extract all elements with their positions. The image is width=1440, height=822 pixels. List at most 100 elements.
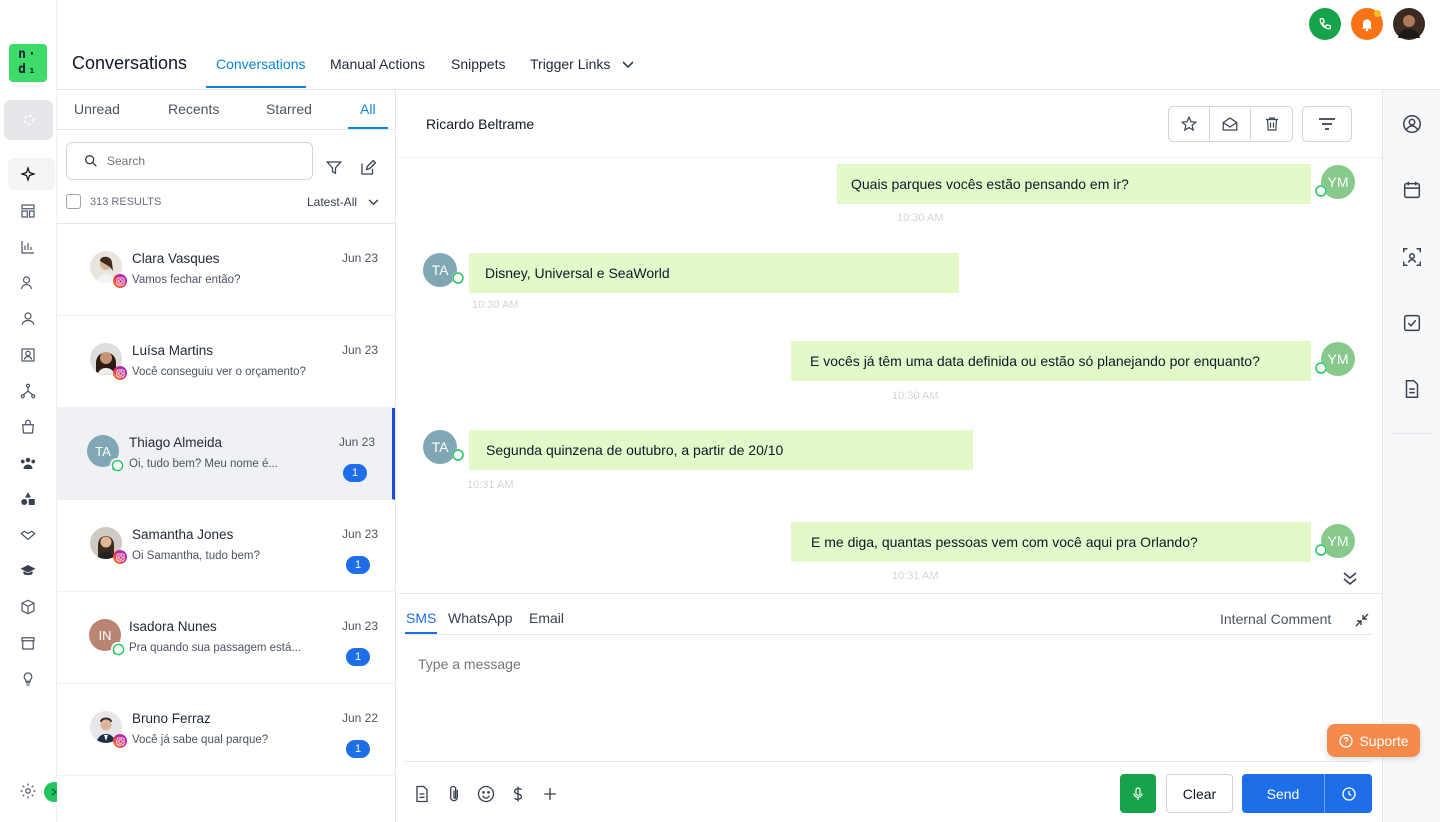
message-composer: SMS WhatsApp Email Internal Comment Clea… bbox=[397, 593, 1382, 822]
user-avatar[interactable] bbox=[1393, 8, 1425, 40]
phone-button[interactable] bbox=[1309, 8, 1341, 40]
select-all-checkbox[interactable] bbox=[66, 194, 81, 209]
star-icon bbox=[1180, 115, 1198, 132]
support-button[interactable]: Suporte bbox=[1327, 724, 1420, 757]
results-row: 313 RESULTS bbox=[66, 194, 161, 209]
contact-card-icon[interactable] bbox=[17, 344, 39, 366]
team-scan-icon[interactable] bbox=[1400, 245, 1424, 269]
bell-icon bbox=[1361, 19, 1373, 32]
document-icon bbox=[416, 785, 428, 803]
composer-tab-sms[interactable]: SMS bbox=[406, 610, 436, 626]
add-button[interactable] bbox=[539, 783, 561, 805]
unread-badge: 1 bbox=[343, 464, 367, 482]
chat-contact-name: Ricardo Beltrame bbox=[426, 116, 535, 132]
app-logo[interactable]: n· d₁ bbox=[9, 44, 47, 82]
tab-conversations[interactable]: Conversations bbox=[216, 56, 306, 72]
composer-tab-email[interactable]: Email bbox=[529, 610, 564, 626]
active-tab-indicator bbox=[206, 86, 306, 88]
team-icon[interactable] bbox=[17, 452, 39, 474]
outgoing-message: Quais parques vocês estão pensando em ir… bbox=[837, 164, 1311, 204]
avatar-photo-icon bbox=[1398, 15, 1420, 38]
mark-unread-button[interactable] bbox=[1210, 107, 1251, 141]
reports-icon[interactable] bbox=[17, 236, 39, 258]
message-input[interactable] bbox=[418, 656, 1318, 672]
filter-tab-all[interactable]: All bbox=[360, 101, 376, 117]
conversation-date: Jun 23 bbox=[338, 435, 375, 449]
conversation-item-selected[interactable]: TA Thiago Almeida Oi, tudo bem? Meu nome… bbox=[57, 408, 395, 500]
filter-tab-starred[interactable]: Starred bbox=[266, 101, 312, 117]
filter-lines-icon bbox=[1319, 118, 1335, 130]
org-chart-icon[interactable] bbox=[17, 380, 39, 402]
clear-button[interactable]: Clear bbox=[1166, 774, 1233, 813]
message-preview: Oi Samantha, tudo bem? bbox=[132, 550, 260, 562]
app: n· d₁ Conversations Conversations Manual … bbox=[0, 0, 1440, 822]
conversation-date: Jun 23 bbox=[341, 343, 378, 357]
unread-badge: 1 bbox=[346, 740, 370, 758]
ai-sparkle-icon[interactable] bbox=[17, 163, 39, 185]
conversation-item[interactable]: IN Isadora Nunes Pra quando sua passagem… bbox=[57, 592, 395, 684]
contact-profile-icon[interactable] bbox=[1400, 112, 1424, 136]
internal-comment-toggle[interactable]: Internal Comment bbox=[1220, 611, 1331, 627]
dollar-icon bbox=[513, 786, 523, 802]
handshake-icon[interactable] bbox=[17, 524, 39, 546]
results-count: 313 RESULTS bbox=[90, 195, 162, 208]
notes-document-icon[interactable] bbox=[1400, 377, 1424, 401]
tab-trigger-links[interactable]: Trigger Links bbox=[530, 56, 634, 72]
conversation-item[interactable]: Luísa Martins Você conseguiu ver o orçam… bbox=[57, 316, 395, 408]
account-switcher[interactable] bbox=[4, 100, 53, 140]
microphone-icon bbox=[1133, 786, 1143, 800]
schedule-send-button[interactable] bbox=[1324, 774, 1372, 813]
send-button[interactable]: Send bbox=[1242, 774, 1324, 813]
search-icon bbox=[85, 155, 97, 167]
scroll-to-bottom-icon[interactable] bbox=[1340, 568, 1360, 588]
message-timestamp: 10:31 AM bbox=[467, 479, 514, 491]
filter-tab-unread[interactable]: Unread bbox=[74, 101, 120, 117]
payment-button[interactable] bbox=[507, 783, 529, 805]
calendar-icon[interactable] bbox=[1400, 178, 1424, 202]
delete-button[interactable] bbox=[1251, 107, 1292, 141]
instagram-icon bbox=[113, 734, 127, 748]
contact-name: Luísa Martins bbox=[132, 343, 214, 358]
bag-icon[interactable] bbox=[17, 416, 39, 438]
chevron-down-icon bbox=[622, 61, 634, 69]
filter-button[interactable] bbox=[323, 157, 345, 179]
tab-snippets[interactable]: Snippets bbox=[451, 56, 505, 72]
composer-tab-whatsapp[interactable]: WhatsApp bbox=[448, 610, 513, 626]
contact-name: Bruno Ferraz bbox=[132, 711, 211, 726]
voice-record-button[interactable] bbox=[1120, 774, 1156, 813]
box-icon[interactable] bbox=[17, 596, 39, 618]
template-button[interactable] bbox=[411, 783, 433, 805]
chevron-down-icon bbox=[369, 199, 379, 206]
notifications-button[interactable] bbox=[1351, 8, 1383, 40]
whatsapp-icon bbox=[1315, 544, 1327, 556]
filter-tab-recents[interactable]: Recents bbox=[168, 101, 219, 117]
store-icon[interactable] bbox=[17, 632, 39, 654]
sort-dropdown[interactable]: Latest-All bbox=[307, 195, 379, 209]
conversation-item[interactable]: Bruno Ferraz Você já sabe qual parque? J… bbox=[57, 684, 395, 776]
message-timestamp: 10:31 AM bbox=[892, 570, 939, 582]
conversation-item[interactable]: Clara Vasques Vamos fechar então? Jun 23 bbox=[57, 224, 395, 316]
instagram-icon bbox=[113, 366, 127, 380]
graduation-cap-icon[interactable] bbox=[17, 560, 39, 582]
task-checkbox-icon[interactable] bbox=[1400, 311, 1424, 335]
tab-manual-actions[interactable]: Manual Actions bbox=[330, 56, 425, 72]
lightbulb-icon[interactable] bbox=[17, 668, 39, 690]
contact-name: Clara Vasques bbox=[132, 251, 220, 266]
user-icon[interactable] bbox=[17, 308, 39, 330]
search-box bbox=[66, 142, 313, 180]
attach-button[interactable] bbox=[443, 783, 465, 805]
dashboard-icon[interactable] bbox=[17, 200, 39, 222]
conversation-item[interactable]: Samantha Jones Oi Samantha, tudo bem? Ju… bbox=[57, 500, 395, 592]
shapes-icon[interactable] bbox=[17, 488, 39, 510]
contacts-icon[interactable] bbox=[17, 272, 39, 294]
message-timestamp: 10:30 AM bbox=[892, 390, 939, 402]
search-input[interactable] bbox=[107, 154, 287, 168]
contact-name: Thiago Almeida bbox=[129, 435, 223, 450]
emoji-button[interactable] bbox=[475, 783, 497, 805]
collapse-icon[interactable] bbox=[1354, 612, 1370, 628]
chat-filter-button[interactable] bbox=[1302, 106, 1352, 142]
conversation-date: Jun 23 bbox=[341, 251, 378, 265]
star-button[interactable] bbox=[1169, 107, 1210, 141]
settings-gear-icon[interactable] bbox=[17, 780, 39, 802]
compose-button[interactable] bbox=[357, 157, 379, 179]
